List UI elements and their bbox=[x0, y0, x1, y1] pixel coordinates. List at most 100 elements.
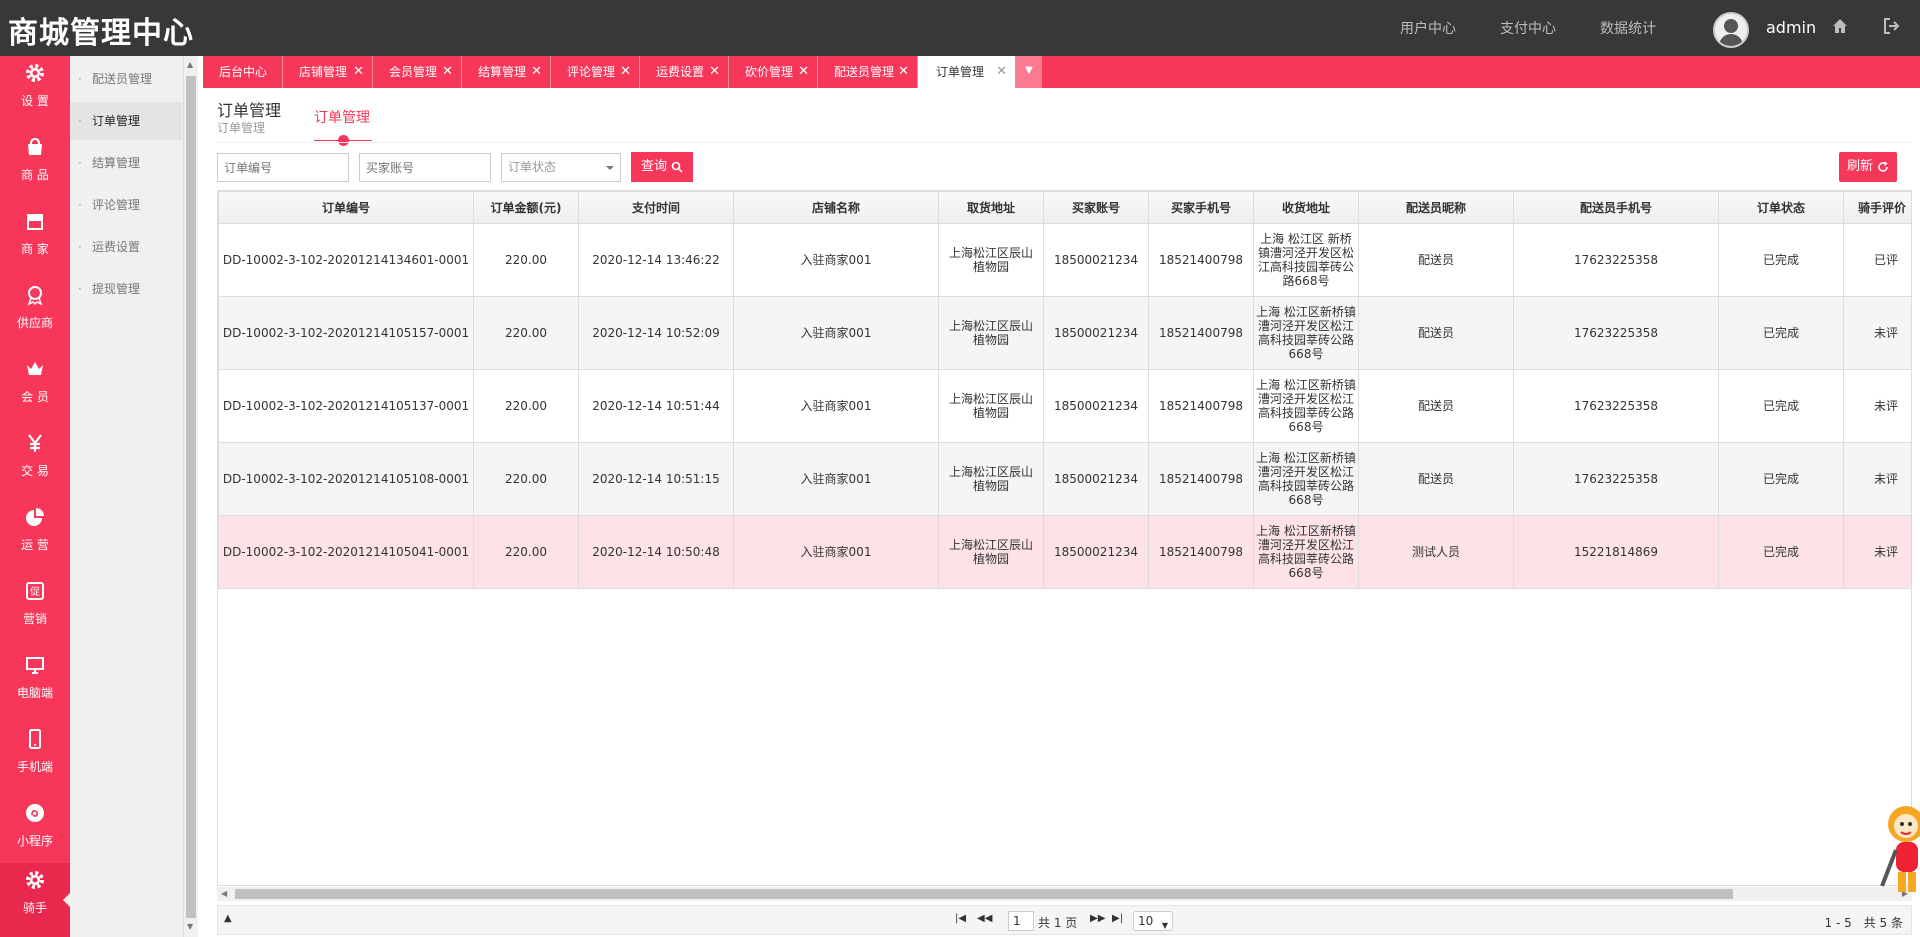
close-icon[interactable]: ✕ bbox=[996, 56, 1007, 88]
tab-review-management[interactable]: 评论管理 ✕ bbox=[551, 56, 640, 88]
chevron-down-icon: ▼ bbox=[1161, 921, 1168, 930]
sidebar-item-trade[interactable]: 交 易 bbox=[0, 426, 70, 500]
column-header-amount[interactable]: 订单金额(元) bbox=[473, 191, 579, 224]
nav-payment-center[interactable]: 支付中心 bbox=[1500, 18, 1556, 38]
collapse-chevron-icon[interactable]: ▲ bbox=[224, 913, 232, 924]
scroll-down-arrow-icon[interactable]: ▼ bbox=[187, 922, 193, 931]
cell-courier-phone: 17623225358 bbox=[1513, 442, 1719, 516]
nav-data-statistics[interactable]: 数据统计 bbox=[1600, 18, 1656, 38]
prev-page-icon[interactable]: ◀◀ bbox=[977, 913, 992, 924]
table-horizontal-scrollbar[interactable]: ◀ ▶ bbox=[217, 887, 1912, 901]
table-row[interactable]: DD-10002-3-102-20201214105108-0001 220.00… bbox=[218, 442, 1911, 516]
close-icon[interactable]: ✕ bbox=[531, 56, 542, 88]
column-header-order-no[interactable]: 订单编号 bbox=[218, 191, 474, 224]
order-status-select[interactable]: 订单状态 bbox=[501, 153, 621, 182]
username[interactable]: admin bbox=[1766, 18, 1816, 37]
column-header-rider-review[interactable]: 骑手评价 bbox=[1843, 191, 1911, 224]
cell-buyer-phone: 18521400798 bbox=[1148, 442, 1254, 516]
scroll-left-arrow-icon[interactable]: ◀ bbox=[221, 887, 227, 901]
brand-title: 商城管理中心 bbox=[8, 16, 194, 51]
section-tab-indicator bbox=[338, 135, 349, 146]
home-icon[interactable] bbox=[1830, 16, 1850, 36]
table-row[interactable]: DD-10002-3-102-20201214134601-0001 220.00… bbox=[218, 223, 1911, 297]
sidebar-item-pc[interactable]: 电脑端 bbox=[0, 648, 70, 722]
column-header-pay-time[interactable]: 支付时间 bbox=[578, 191, 734, 224]
cell-pay-time: 2020-12-14 10:51:15 bbox=[578, 442, 734, 516]
next-page-icon[interactable]: ▶▶ bbox=[1090, 913, 1105, 924]
cell-pickup-address: 上海松江区辰山植物园 bbox=[938, 515, 1044, 589]
submenu-item-settlement-management[interactable]: 结算管理 bbox=[70, 144, 182, 182]
cell-buyer-phone: 18521400798 bbox=[1148, 515, 1254, 589]
last-page-icon[interactable]: ▶| bbox=[1112, 913, 1123, 924]
cell-courier-nickname: 配送员 bbox=[1358, 296, 1514, 370]
chevron-down-icon: ▼ bbox=[1025, 65, 1033, 76]
mascot-icon bbox=[1880, 806, 1920, 892]
close-icon[interactable]: ✕ bbox=[709, 56, 720, 88]
cell-pickup-address: 上海松江区辰山植物园 bbox=[938, 223, 1044, 297]
cell-shipping-address: 上海 松江区新桥镇漕河泾开发区松江高科技园莘砖公路668号 bbox=[1253, 515, 1359, 589]
sidebar-item-goods[interactable]: 商 品 bbox=[0, 130, 70, 204]
avatar[interactable] bbox=[1713, 12, 1749, 48]
column-header-courier-nickname[interactable]: 配送员昵称 bbox=[1358, 191, 1514, 224]
table-row[interactable]: DD-10002-3-102-20201214105041-0001 220.00… bbox=[218, 515, 1911, 589]
tab-bargain-management[interactable]: 砍价管理 ✕ bbox=[729, 56, 818, 88]
sidebar-item-mini-program[interactable]: 小程序 bbox=[0, 796, 70, 870]
column-header-buyer-account[interactable]: 买家账号 bbox=[1043, 191, 1149, 224]
buyer-account-input[interactable] bbox=[359, 153, 491, 182]
tab-courier-management[interactable]: 配送员管理 ✕ bbox=[818, 56, 918, 88]
sidebar-item-merchant[interactable]: 商 家 bbox=[0, 204, 70, 278]
sidebar-item-supplier[interactable]: 供应商 bbox=[0, 278, 70, 352]
tab-freight-settings[interactable]: 运费设置 ✕ bbox=[640, 56, 729, 88]
sidebar-item-marketing[interactable]: 促 营销 bbox=[0, 574, 70, 648]
submenu-item-review-management[interactable]: 评论管理 bbox=[70, 186, 182, 224]
tab-order-management[interactable]: 订单管理 ✕ bbox=[918, 56, 1016, 88]
order-number-input[interactable] bbox=[217, 153, 349, 182]
close-icon[interactable]: ✕ bbox=[898, 56, 909, 88]
close-icon[interactable]: ✕ bbox=[620, 56, 631, 88]
search-button[interactable]: 查询 bbox=[631, 152, 694, 182]
close-icon[interactable]: ✕ bbox=[798, 56, 809, 88]
logout-icon[interactable] bbox=[1882, 16, 1902, 36]
sidebar-item-settings[interactable]: 设 置 bbox=[0, 56, 70, 130]
scroll-up-arrow-icon[interactable]: ▲ bbox=[187, 60, 193, 69]
cell-buyer-account: 18500021234 bbox=[1043, 296, 1149, 370]
column-header-pickup-address[interactable]: 取货地址 bbox=[938, 191, 1044, 224]
close-icon[interactable]: ✕ bbox=[353, 56, 364, 88]
nav-user-center[interactable]: 用户中心 bbox=[1400, 18, 1456, 38]
cell-order-no: DD-10002-3-102-20201214105137-0001 bbox=[218, 369, 474, 443]
sidebar-item-operation[interactable]: 运 营 bbox=[0, 500, 70, 574]
submenu-item-withdrawal-management[interactable]: 提现管理 bbox=[70, 270, 182, 308]
page-number-input[interactable]: 1 bbox=[1008, 911, 1034, 931]
tab-settlement-management[interactable]: 结算管理 ✕ bbox=[462, 56, 551, 88]
submenu-item-freight-settings[interactable]: 运费设置 bbox=[70, 228, 182, 266]
cell-amount: 220.00 bbox=[473, 442, 579, 516]
sidebar-item-rider[interactable]: 骑手 bbox=[0, 863, 70, 937]
submenu-scrollbar[interactable]: ▲ ▼ bbox=[184, 56, 198, 937]
orders-table: 订单编号 订单金额(元) 支付时间 店铺名称 取货地址 买家账号 买家手机号 收… bbox=[217, 190, 1912, 886]
column-header-courier-phone[interactable]: 配送员手机号 bbox=[1513, 191, 1719, 224]
column-header-buyer-phone[interactable]: 买家手机号 bbox=[1148, 191, 1254, 224]
section-tab-order-management[interactable]: 订单管理 bbox=[314, 107, 370, 127]
scrollbar-thumb[interactable] bbox=[186, 76, 196, 918]
refresh-button[interactable]: 刷新 bbox=[1839, 152, 1898, 182]
first-page-icon[interactable]: |◀ bbox=[955, 913, 966, 924]
submenu-item-courier-management[interactable]: 配送员管理 bbox=[70, 60, 182, 98]
tab-dashboard[interactable]: 后台中心 bbox=[203, 56, 283, 88]
tab-store-management[interactable]: 店铺管理 ✕ bbox=[283, 56, 373, 88]
sidebar-item-mobile[interactable]: 手机端 bbox=[0, 722, 70, 796]
tab-member-management[interactable]: 会员管理 ✕ bbox=[373, 56, 462, 88]
scrollbar-thumb[interactable] bbox=[235, 889, 1733, 899]
sidebar-item-member[interactable]: 会 员 bbox=[0, 352, 70, 426]
submenu-item-order-management[interactable]: 订单管理 bbox=[70, 102, 182, 140]
column-header-order-status[interactable]: 订单状态 bbox=[1718, 191, 1844, 224]
pagination-bar: ▲ |◀ ◀◀ 1 共 1 页 ▶▶ ▶| 10 ▼ 1 - 5 共 5 条 bbox=[217, 905, 1912, 935]
pie-chart-icon bbox=[26, 508, 44, 526]
tab-more-dropdown[interactable]: ▼ bbox=[1016, 56, 1042, 88]
page-size-select[interactable]: 10 ▼ bbox=[1133, 911, 1173, 931]
cell-pay-time: 2020-12-14 13:46:22 bbox=[578, 223, 734, 297]
column-header-shipping-address[interactable]: 收货地址 bbox=[1253, 191, 1359, 224]
table-row[interactable]: DD-10002-3-102-20201214105157-0001 220.00… bbox=[218, 296, 1911, 370]
close-icon[interactable]: ✕ bbox=[442, 56, 453, 88]
table-row[interactable]: DD-10002-3-102-20201214105137-0001 220.00… bbox=[218, 369, 1911, 443]
column-header-store-name[interactable]: 店铺名称 bbox=[733, 191, 939, 224]
